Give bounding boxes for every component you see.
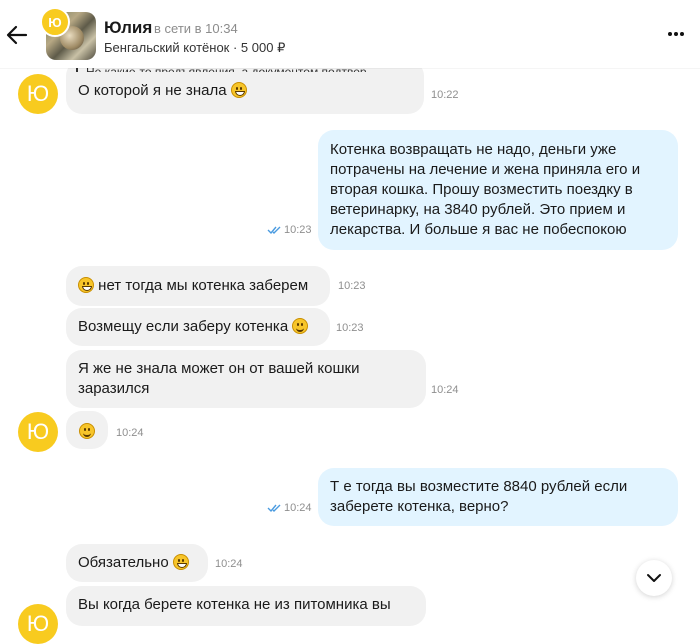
message-line: Котенка возвращать не надо, деньги уже	[330, 141, 617, 158]
message-time: 10:23	[338, 280, 366, 292]
message-bubble-incoming[interactable]: Возмещу если заберу котенка	[66, 308, 330, 346]
message-time: 10:23	[336, 322, 364, 334]
message-time: 10:24	[284, 502, 312, 514]
chevron-down-icon	[647, 574, 661, 582]
message-time: 10:24	[431, 384, 459, 396]
message-line: потрачены на лечение и жена приняла его …	[330, 161, 641, 178]
scroll-to-bottom-button[interactable]	[636, 560, 672, 596]
message-bubble-incoming[interactable]: нет тогда мы котенка заберем	[66, 266, 330, 306]
message-line: ветеринарку, на 3840 рублей. Это прием и	[330, 201, 626, 218]
back-arrow-icon[interactable]	[6, 24, 28, 46]
message-line: лекарства. И больше я вас не побеспокою	[330, 221, 627, 238]
message-text-content: Возмещу если заберу котенка	[78, 318, 289, 335]
message-text-content: Вы когда берете котенка не из питомника …	[78, 596, 391, 613]
message-line: Я же не знала может он от вашей кошки	[78, 360, 360, 377]
message-line: Т е тогда вы возместите 8840 рублей если	[330, 478, 628, 495]
message-bubble-incoming[interactable]	[66, 411, 108, 449]
contact-name[interactable]: Юлия	[104, 18, 152, 38]
contact-status: в сети в 10:34	[154, 21, 238, 36]
sender-avatar[interactable]: Ю	[18, 74, 58, 114]
message-text: О которой я не знала	[78, 82, 247, 99]
message-time: 10:22	[431, 89, 459, 101]
message-text-content: О которой я не знала	[78, 82, 227, 99]
message-time: 10:24	[116, 427, 144, 439]
message-bubble-incoming[interactable]: Вы когда берете котенка не из питомника …	[66, 586, 426, 626]
sender-avatar[interactable]: Ю	[18, 412, 58, 452]
more-options-icon[interactable]	[666, 26, 686, 42]
message-bubble-outgoing[interactable]: Котенка возвращать не надо, деньги уже п…	[318, 130, 678, 250]
message-bubble-incoming[interactable]: Обязательно	[66, 544, 208, 582]
message-bubble-incoming[interactable]: Я же не знала может он от вашей кошки за…	[66, 350, 426, 408]
smile-emoji-icon	[79, 423, 95, 439]
read-ticks-icon	[267, 226, 281, 235]
message-line: заразился	[78, 380, 150, 397]
message-line: заберете котенка, верно?	[330, 498, 509, 515]
smile-emoji-icon	[292, 318, 309, 334]
read-ticks-icon	[267, 504, 281, 513]
grin-emoji-icon	[172, 554, 189, 570]
message-text-content: Обязательно	[78, 554, 169, 571]
sender-avatar[interactable]: Ю	[18, 604, 58, 644]
message-line: вторая кошка. Прошу возместить поездку в	[330, 181, 633, 198]
grin-emoji-icon	[78, 277, 94, 293]
message-bubble-outgoing[interactable]: Т е тогда вы возместите 8840 рублей если…	[318, 468, 678, 526]
message-text-content: нет тогда мы котенка заберем	[98, 277, 309, 294]
listing-title-price[interactable]: Бенгальский котёнок · 5 000 ₽	[104, 40, 285, 56]
message-time: 10:23	[284, 224, 312, 236]
chat-header: Ю Юлия в сети в 10:34 Бенгальский котёно…	[0, 0, 700, 68]
message-time: 10:24	[215, 558, 243, 570]
contact-avatar-badge: Ю	[40, 7, 70, 37]
grin-emoji-icon	[230, 82, 247, 98]
